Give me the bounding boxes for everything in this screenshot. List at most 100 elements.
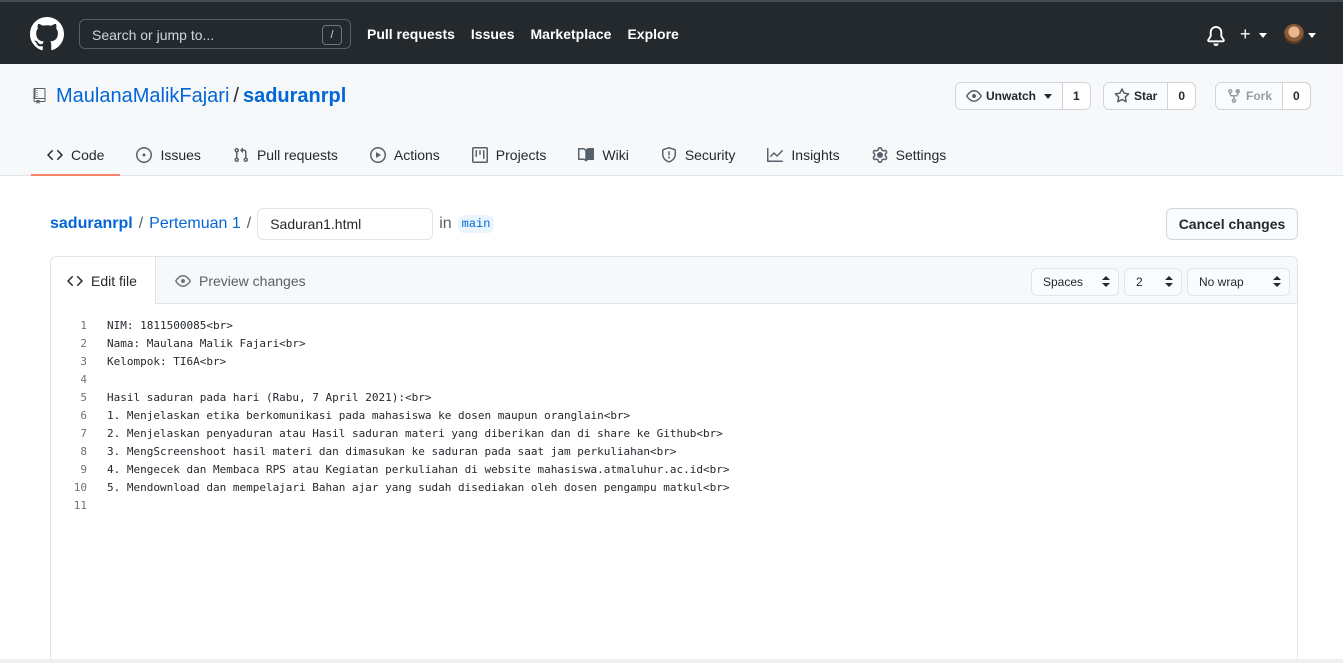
chevron-down-icon (1044, 93, 1053, 99)
filename-input[interactable] (257, 208, 434, 240)
line-content[interactable]: Nama: Maulana Malik Fajari<br> (89, 335, 306, 353)
code-icon (67, 275, 83, 287)
tab-preview-changes[interactable]: Preview changes (175, 257, 306, 304)
code-editor-area[interactable]: 1 NIM: 1811500085<br> 2 Nama: Maulana Malik… (51, 317, 1297, 515)
tab-code-label: Code (71, 147, 105, 163)
repo-title-separator: / (233, 85, 239, 107)
line-number: 9 (80, 463, 87, 476)
breadcrumb-folder-link[interactable]: Pertemuan 1 (149, 215, 241, 233)
play-icon (369, 147, 386, 163)
line-content[interactable] (89, 371, 107, 389)
line-content[interactable]: NIM: 1811500085<br> (89, 317, 233, 335)
tab-projects-label: Projects (495, 147, 547, 163)
tab-edit-file-label: Edit file (91, 273, 137, 289)
create-dropdown-caret-icon[interactable] (1259, 33, 1267, 38)
tab-security[interactable]: Security (645, 134, 752, 176)
star-icon (1114, 88, 1130, 103)
line-content[interactable] (89, 497, 107, 515)
indent-mode-select[interactable]: Spaces (1031, 268, 1119, 296)
select-arrows-icon (1102, 276, 1110, 288)
star-button[interactable]: Star (1104, 83, 1169, 109)
tab-settings[interactable]: Settings (856, 134, 963, 176)
tab-wiki-label: Wiki (602, 147, 629, 163)
fork-icon (1228, 89, 1240, 104)
tab-insights[interactable]: Insights (751, 134, 855, 176)
tab-issues-label: Issues (160, 147, 201, 163)
issue-icon (136, 147, 153, 163)
global-nav: Pull requests Issues Marketplace Explore (367, 26, 695, 42)
unwatch-button[interactable]: Unwatch (956, 83, 1064, 109)
tab-settings-label: Settings (895, 147, 947, 163)
github-logo-icon[interactable] (30, 17, 64, 51)
search-input[interactable]: Search or jump to... / (79, 19, 351, 49)
fork-button[interactable]: Fork (1216, 83, 1284, 109)
code-line[interactable]: 9 4. Mengecek dan Membaca RPS atau Kegiat… (51, 461, 1297, 479)
code-line[interactable]: 10 5. Mendownload dan mempelajari Bahan a… (51, 479, 1297, 497)
forks-count[interactable]: 0 (1283, 83, 1310, 109)
tab-insights-label: Insights (791, 147, 840, 163)
tab-projects[interactable]: Projects (456, 134, 563, 176)
watch-button-group: Unwatch 1 (955, 82, 1091, 110)
tab-wiki[interactable]: Wiki (562, 134, 644, 176)
gear-icon (872, 147, 888, 163)
global-header: Search or jump to... / Pull requests Iss… (0, 0, 1343, 64)
branch-in-label: in (439, 215, 452, 232)
line-content[interactable]: 3. MengScreenshoot hasil materi dan dima… (89, 443, 677, 461)
code-line[interactable]: 7 2. Menjelaskan penyaduran atau Hasil sa… (51, 425, 1297, 443)
code-icon (47, 149, 63, 161)
repo-icon (33, 88, 46, 104)
wrap-mode-select[interactable]: No wrap (1187, 268, 1290, 296)
code-line[interactable]: 1 NIM: 1811500085<br> (51, 317, 1297, 335)
code-line[interactable]: 8 3. MengScreenshoot hasil materi dan dim… (51, 443, 1297, 461)
tab-security-label: Security (684, 147, 736, 163)
line-content[interactable]: 4. Mengecek dan Membaca RPS atau Kegiata… (89, 461, 730, 479)
branch-name: main (457, 215, 495, 233)
tab-issues[interactable]: Issues (120, 134, 216, 176)
repo-tabs: Code Issues Pull requests Actions Projec… (31, 134, 962, 176)
line-number: 7 (80, 427, 87, 440)
repo-owner-link[interactable]: MaulanaMalikFajari (56, 85, 229, 107)
tab-edit-file[interactable]: Edit file (51, 257, 156, 305)
code-line[interactable]: 6 1. Menjelaskan etika berkomunikasi pada… (51, 407, 1297, 425)
profile-dropdown-caret-icon[interactable] (1308, 33, 1316, 38)
graph-icon (767, 148, 784, 162)
code-line[interactable]: 5 Hasil saduran pada hari (Rabu, 7 April … (51, 389, 1297, 407)
nav-explore[interactable]: Explore (627, 26, 678, 42)
line-content[interactable]: Kelompok: TI6A<br> (89, 353, 226, 371)
line-content[interactable]: 2. Menjelaskan penyaduran atau Hasil sad… (89, 425, 723, 443)
watchers-count[interactable]: 1 (1063, 83, 1090, 109)
line-content[interactable]: Hasil saduran pada hari (Rabu, 7 April 2… (89, 389, 432, 407)
nav-issues[interactable]: Issues (471, 26, 515, 42)
nav-pull-requests[interactable]: Pull requests (367, 26, 455, 42)
line-number: 2 (80, 337, 87, 350)
star-button-group: Star 0 (1103, 82, 1197, 110)
nav-marketplace[interactable]: Marketplace (531, 26, 612, 42)
code-line[interactable]: 4 (51, 371, 1297, 389)
repo-name-link[interactable]: saduranrpl (243, 85, 346, 107)
tab-actions[interactable]: Actions (354, 134, 456, 176)
tab-pull-requests-label: Pull requests (256, 147, 338, 163)
code-line[interactable]: 11 (51, 497, 1297, 515)
line-content[interactable]: 5. Mendownload dan mempelajari Bahan aja… (89, 479, 730, 497)
code-line[interactable]: 3 Kelompok: TI6A<br> (51, 353, 1297, 371)
breadcrumb-repo-link[interactable]: saduranrpl (50, 215, 133, 233)
create-new-icon[interactable]: + (1240, 25, 1251, 43)
tab-pull-requests[interactable]: Pull requests (217, 134, 354, 176)
fork-button-group: Fork 0 (1215, 82, 1311, 110)
stars-count[interactable]: 0 (1168, 83, 1196, 109)
breadcrumb: saduranrpl / Pertemuan 1 / in main (50, 208, 495, 240)
line-content[interactable]: 1. Menjelaskan etika berkomunikasi pada … (89, 407, 630, 425)
code-line[interactable]: 2 Nama: Maulana Malik Fajari<br> (51, 335, 1297, 353)
tab-actions-label: Actions (393, 147, 440, 163)
pull-request-icon (234, 147, 248, 163)
cancel-changes-button[interactable]: Cancel changes (1166, 208, 1298, 240)
wrap-mode-value: No wrap (1199, 275, 1244, 289)
avatar[interactable] (1284, 24, 1304, 44)
indent-size-select[interactable]: 2 (1124, 268, 1182, 296)
bell-icon[interactable] (1206, 26, 1226, 46)
tab-code[interactable]: Code (31, 134, 121, 176)
indent-size-value: 2 (1136, 275, 1143, 289)
select-arrows-icon (1273, 276, 1281, 288)
project-icon (471, 147, 488, 163)
eye-icon (966, 90, 982, 102)
